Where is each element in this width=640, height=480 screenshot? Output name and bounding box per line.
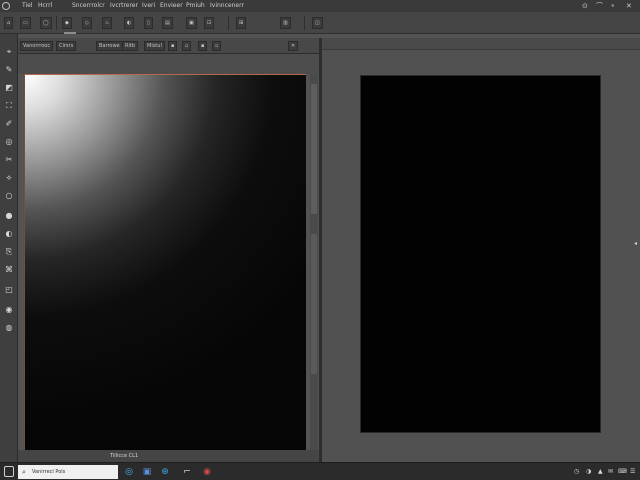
preview-panel-header	[322, 38, 640, 50]
home-button[interactable]: ⌂	[4, 17, 14, 29]
network-tray-icon[interactable]: ◑	[586, 466, 591, 478]
menu-item-ivinncenerr[interactable]: Ivinncenerr	[210, 0, 244, 12]
overflow-tray-icon[interactable]: ▲	[598, 466, 603, 478]
start-button[interactable]	[4, 466, 14, 477]
taskbar-search-input[interactable]: ⌕ Vanirrecl Pols	[18, 465, 118, 479]
canvas-header-area	[18, 54, 320, 74]
mail-tray-icon[interactable]: ✉	[608, 466, 613, 478]
doc-tab-mistul[interactable]: Mistul	[144, 41, 165, 51]
tools-panel: ⌖ ✎ ◩ ⛶ ✐ ◎ ✂ ⟡ ○ ● ◐ ⎘ ⌘ ◰ ◉ ◍	[0, 34, 18, 462]
doc-tab-barrowe[interactable]: Barrowe	[96, 41, 123, 51]
mask-option-button[interactable]: ⊡	[204, 17, 215, 29]
document-info: Tillicce CL1	[110, 453, 139, 459]
menu-item-envieer[interactable]: Envieer	[160, 0, 183, 12]
panel-option-button[interactable]: ◫	[312, 17, 323, 29]
toolbar-separator	[304, 16, 305, 30]
store-app-icon[interactable]: ▣	[140, 465, 154, 479]
menu-item-pmiuh[interactable]: Pmiuh	[186, 0, 205, 12]
magic-wand-tool-icon[interactable]: ⟡	[3, 172, 15, 183]
hand-tool-icon[interactable]: ⌘	[3, 264, 15, 275]
toolbar-separator	[56, 16, 57, 30]
document-status-bar: Tillicce CL1	[18, 450, 320, 462]
menu-item-iveri[interactable]: Iveri	[142, 0, 155, 12]
contrast-option-button[interactable]: ◐	[124, 17, 135, 29]
menu-bar: Tiel Hcrrl Sncerrrolcr Ivcrtrerer Iveri …	[0, 0, 640, 12]
record-app-icon[interactable]: ◉	[200, 465, 214, 479]
menu-item-tiel[interactable]: Tiel	[22, 0, 33, 12]
document-tab-bar: Vanorrrooc Cirsrs Barrowe Ritb Mistul ▪ …	[18, 38, 320, 54]
move-tool-icon[interactable]: ⌖	[3, 46, 15, 57]
options-bar: ⌂ ▭ ◯ ◆ ◇ ♨ ◐ ▯ ▤ ▣ ⊡ ⊞ ▥ ◫	[0, 12, 640, 34]
ellipse-tool-icon[interactable]: ○	[3, 190, 15, 201]
frame-option-button[interactable]: ▯	[144, 17, 153, 29]
document-canvas[interactable]	[24, 74, 306, 450]
grid-option-button[interactable]: ▤	[162, 17, 173, 29]
color-picker-tool-icon[interactable]: ◉	[3, 304, 15, 315]
clone-stamp-tool-icon[interactable]: ⎘	[3, 246, 15, 257]
active-indicator	[64, 32, 76, 34]
doc-tab-ritb[interactable]: Ritb	[122, 41, 138, 51]
notifications-tray-icon[interactable]: ☰	[630, 466, 635, 478]
tab-option-icon[interactable]: ▪	[198, 41, 208, 51]
taskbar-search-placeholder: Vanirrecl Pols	[32, 469, 66, 475]
maximize-button[interactable]: ⚬	[610, 2, 616, 10]
eraser-tool-icon[interactable]: ◎	[3, 136, 15, 147]
crop-tool-icon[interactable]: ⛶	[3, 100, 15, 111]
marquee-option-button[interactable]: ▭	[20, 17, 31, 29]
browser-app-icon[interactable]: ◎	[122, 465, 136, 479]
vertical-scrollbar[interactable]	[310, 74, 318, 450]
search-icon: ⌕	[22, 468, 26, 476]
pen-tool-icon[interactable]: ✐	[3, 118, 15, 129]
keyboard-tray-icon[interactable]: ⌨	[618, 466, 627, 478]
fill-option-button[interactable]: ▣	[186, 17, 197, 29]
doc-tab-cirsrs[interactable]: Cirsrs	[56, 41, 77, 51]
terminal-app-icon[interactable]: ⌐	[180, 465, 194, 479]
arrange-option-button[interactable]: ⊞	[236, 17, 247, 29]
window-option-icon[interactable]: ⊙	[582, 2, 588, 10]
scissors-tool-icon[interactable]: ✂	[3, 154, 15, 165]
doc-tab-main[interactable]: Vanorrrooc	[20, 41, 54, 51]
menu-item-hcrrl[interactable]: Hcrrl	[38, 0, 52, 12]
pencil-tool-icon[interactable]: ✎	[3, 64, 15, 75]
minimize-button[interactable]: ⌒	[596, 2, 603, 10]
brush-option-button[interactable]: ♨	[102, 17, 113, 29]
menu-item-ivcrtrerer[interactable]: Ivcrtrerer	[110, 0, 138, 12]
dodge-tool-icon[interactable]: ●	[3, 210, 15, 221]
swap-colors-tool-icon[interactable]: ◍	[3, 322, 15, 333]
tab-option-icon[interactable]: ▫	[212, 41, 222, 51]
paint-bucket-tool-icon[interactable]: ◩	[3, 82, 15, 93]
layer-tool-icon[interactable]: ◰	[3, 284, 15, 295]
shape-option-button[interactable]: ◆	[62, 17, 72, 29]
burn-tool-icon[interactable]: ◐	[3, 228, 15, 239]
explorer-app-icon[interactable]: ⊕	[158, 465, 172, 479]
toolbar-separator	[228, 16, 229, 30]
preview-canvas[interactable]	[360, 75, 601, 433]
scrollbar-thumb[interactable]	[311, 84, 317, 214]
clock-tray-icon[interactable]: ◷	[574, 466, 579, 478]
panel-collapse-icon[interactable]: ◂	[634, 240, 637, 247]
scrollbar-track-segment	[311, 234, 317, 374]
tab-option-icon[interactable]: ▫	[182, 41, 192, 51]
tab-option-icon[interactable]: ▪	[168, 41, 178, 51]
close-button[interactable]: ✕	[626, 2, 632, 10]
menu-item-sncerrrolcr[interactable]: Sncerrrolcr	[72, 0, 105, 12]
path-option-button[interactable]: ◇	[82, 17, 92, 29]
columns-option-button[interactable]: ▥	[280, 17, 291, 29]
ellipse-option-button[interactable]: ◯	[40, 17, 52, 29]
app-logo-icon	[2, 2, 10, 10]
tab-close-icon[interactable]: ✕	[288, 41, 299, 51]
taskbar: ⌕ Vanirrecl Pols ◎ ▣ ⊕ ⌐ ◉ ◷ ◑ ▲ ✉ ⌨ ☰	[0, 462, 640, 480]
